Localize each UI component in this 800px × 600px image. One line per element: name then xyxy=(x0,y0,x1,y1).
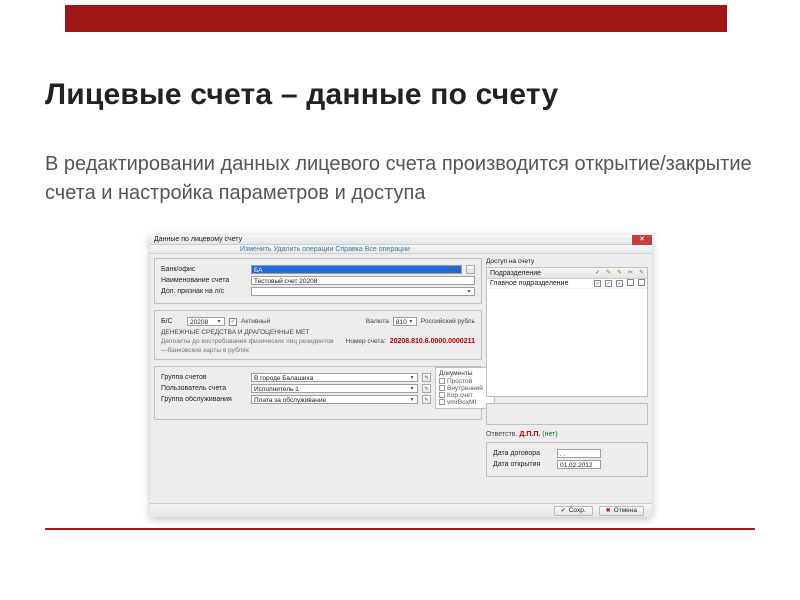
label-acc-group: Группа счетов xyxy=(161,374,247,381)
edit-icon-3[interactable]: ✎ xyxy=(422,395,431,404)
acc-group-combo[interactable]: В городе Балашиха xyxy=(251,373,418,382)
owner-row: Ответств. Д.П.П. (нет) xyxy=(486,431,648,438)
label-serv-group: Группа обслуживания xyxy=(161,396,247,403)
panel-groups: Группа счетов В городе Балашиха ✎ Пользо… xyxy=(154,366,482,420)
edit-icon[interactable]: ✎ xyxy=(422,373,431,382)
serv-group-combo[interactable]: Плата за обслуживание xyxy=(251,395,418,404)
panel-dates: Дата договора . . Дата открытия 01.02.20… xyxy=(486,442,648,477)
panel-empty xyxy=(486,403,648,425)
slide-underline xyxy=(45,528,755,530)
label-documents: Документы xyxy=(439,370,491,377)
panel-identity: Банк/офис БА ⋯ Наименование счета Тестов… xyxy=(154,258,482,304)
perm-checkbox[interactable] xyxy=(594,280,601,287)
label-bs: Б/С xyxy=(161,318,183,325)
dialog-footer: ✔Сохр. ✖Отмена xyxy=(150,503,652,517)
section-title: ДЕНЕЖНЫЕ СРЕДСТВА И ДРАГОЦЕННЫЕ МЕТ xyxy=(161,329,475,336)
label-account-name: Наименование счета xyxy=(161,277,247,284)
dialog-title: Данные по лицевому счету xyxy=(154,236,242,243)
contract-combo[interactable] xyxy=(251,287,475,296)
close-icon[interactable]: ✕ xyxy=(632,235,652,245)
access-header: Подразделение ✓ ✎ ✎ ✂ ✎ xyxy=(487,268,647,279)
doc-row[interactable]: Простой xyxy=(439,378,491,385)
account-dialog-screenshot: Данные по лицевому счету ✕ Изменить Удал… xyxy=(150,235,652,517)
perm-checkbox[interactable] xyxy=(616,280,623,287)
currency-code-combo[interactable]: 810 xyxy=(393,317,417,326)
access-table: Подразделение ✓ ✎ ✎ ✂ ✎ Главное подразде… xyxy=(486,267,648,397)
perm-view-icon: ✓ xyxy=(592,268,603,278)
lookup-icon[interactable]: ⋯ xyxy=(466,265,475,274)
date-open-input[interactable]: 01.02.2012 xyxy=(557,460,601,469)
owner-hint: (нет) xyxy=(542,431,557,438)
label-bank-office: Банк/офис xyxy=(161,266,247,273)
active-checkbox[interactable] xyxy=(229,318,237,326)
perm-edit-icon: ✎ xyxy=(603,268,614,278)
cancel-button[interactable]: ✖Отмена xyxy=(599,506,644,516)
access-col-name: Подразделение xyxy=(487,268,592,278)
perm-checkbox[interactable] xyxy=(605,280,612,287)
section-sub2: —банковские карты в рублях xyxy=(161,347,475,354)
label-date-contract: Дата договора xyxy=(493,450,553,457)
slide-subtitle: В редактировании данных лицевого счета п… xyxy=(45,150,755,208)
doc-row[interactable]: Кор.счет xyxy=(439,392,491,399)
label-date-open: Дата открытия xyxy=(493,461,553,468)
perm-checkbox[interactable] xyxy=(627,279,634,286)
account-number: 20208.810.6.0000.0000211 xyxy=(390,338,475,345)
acc-user-combo[interactable]: Исполнитель 1 xyxy=(251,384,418,393)
slide-title: Лицевые счета – данные по счету xyxy=(45,78,755,112)
access-row-name: Главное подразделение xyxy=(487,279,592,288)
dialog-titlebar: Данные по лицевому счету ✕ xyxy=(150,235,652,245)
slide-accent-bar xyxy=(65,5,727,32)
section-sub: Депозиты до востребования физических лиц… xyxy=(161,338,342,345)
perm-cut-icon: ✂ xyxy=(625,268,636,278)
access-row[interactable]: Главное подразделение xyxy=(487,279,647,289)
label-acc-user: Пользователь счета xyxy=(161,385,247,392)
currency-name: Российский рубль xyxy=(421,318,475,325)
perm-extra-icon: ✎ xyxy=(636,268,647,278)
doc-row[interactable]: vmrBoxMI xyxy=(439,399,491,406)
label-contract: Доп. признак на л/с xyxy=(161,288,247,295)
check-icon: ✔ xyxy=(561,507,566,514)
panel-account-core: Б/С 20208 Активный Валюта 810 Российский… xyxy=(154,310,482,360)
label-currency: Валюта xyxy=(366,318,389,325)
cancel-icon: ✖ xyxy=(606,507,611,514)
label-acc-no: Номер счета: xyxy=(346,338,386,345)
label-access: Доступ на счету xyxy=(486,258,648,265)
bs-combo[interactable]: 20208 xyxy=(187,317,225,326)
label-active: Активный xyxy=(241,318,270,325)
account-name-input[interactable]: Тестовый счет 20208 xyxy=(251,276,475,285)
doc-row[interactable]: Внутренний xyxy=(439,385,491,392)
perm-checkbox[interactable] xyxy=(638,279,645,286)
save-button[interactable]: ✔Сохр. xyxy=(554,506,593,516)
edit-icon-2[interactable]: ✎ xyxy=(422,384,431,393)
dialog-toolbar[interactable]: Изменить Удалить операции Справка Все оп… xyxy=(150,245,652,254)
perm-edit2-icon: ✎ xyxy=(614,268,625,278)
date-contract-input[interactable]: . . xyxy=(557,449,601,458)
label-owner: Ответств. xyxy=(486,431,517,438)
bank-office-combo[interactable]: БА xyxy=(251,265,462,274)
owner-name: Д.П.П. xyxy=(519,431,540,438)
